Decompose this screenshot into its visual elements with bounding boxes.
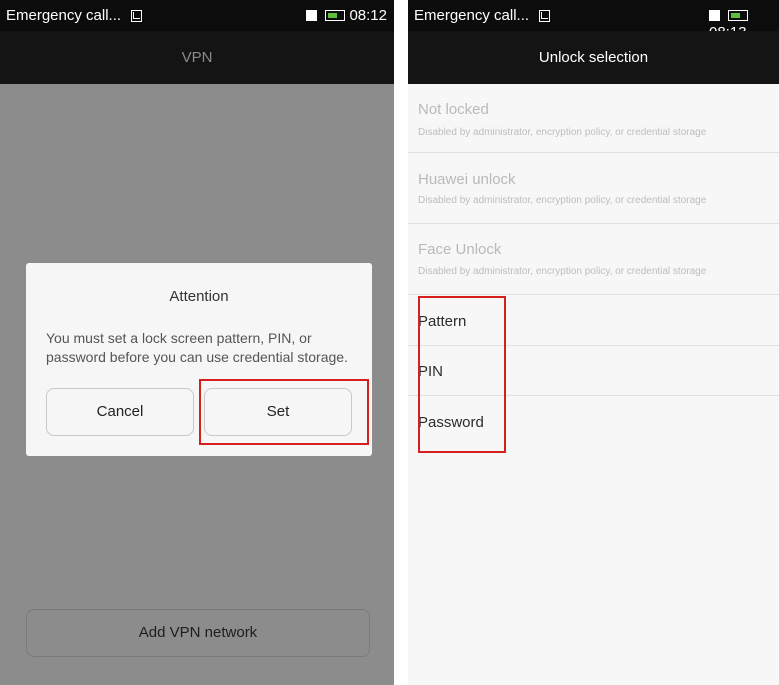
dialog-title: Attention (169, 288, 229, 305)
option-huawei-unlock[interactable]: Huawei unlock Disabled by administrator,… (408, 153, 779, 224)
unlock-options-highlight (418, 296, 506, 453)
vibrate-icon (709, 10, 720, 21)
vpn-screen: Emergency call... 08:12 VPN Add VPN netw… (0, 0, 394, 685)
sim-icon (539, 10, 551, 22)
option-face-unlock[interactable]: Face Unlock Disabled by administrator, e… (408, 224, 779, 295)
status-right: 08:12 (306, 7, 387, 24)
option-subtitle: Disabled by administrator, encryption po… (418, 127, 707, 138)
status-bar: Emergency call... 08:13 (408, 0, 779, 41)
option-title: Huawei unlock (418, 171, 516, 188)
carrier-label: Emergency call... (6, 7, 122, 24)
add-vpn-network-button[interactable]: Add VPN network (26, 609, 370, 657)
cancel-button[interactable]: Cancel (46, 388, 194, 436)
status-bar: Emergency call... 08:12 (0, 0, 394, 31)
option-subtitle: Disabled by administrator, encryption po… (418, 266, 707, 277)
battery-icon (325, 10, 346, 21)
clock: 08:12 (349, 7, 387, 24)
option-title: Not locked (418, 101, 489, 118)
carrier-text: Emergency call... (414, 7, 551, 24)
set-button-highlight (199, 379, 369, 445)
sim-icon (131, 10, 143, 22)
page-title: VPN (0, 31, 394, 84)
dialog-message: You must set a lock screen pattern, PIN,… (46, 330, 348, 365)
option-not-locked[interactable]: Not locked Disabled by administrator, en… (408, 84, 779, 153)
carrier-text: Emergency call... (6, 7, 143, 24)
carrier-label: Emergency call... (414, 7, 530, 24)
battery-icon (728, 10, 748, 21)
vibrate-icon (306, 10, 318, 21)
option-title: Face Unlock (418, 241, 502, 258)
option-subtitle: Disabled by administrator, encryption po… (418, 195, 707, 206)
page-title: Unlock selection (408, 31, 779, 84)
